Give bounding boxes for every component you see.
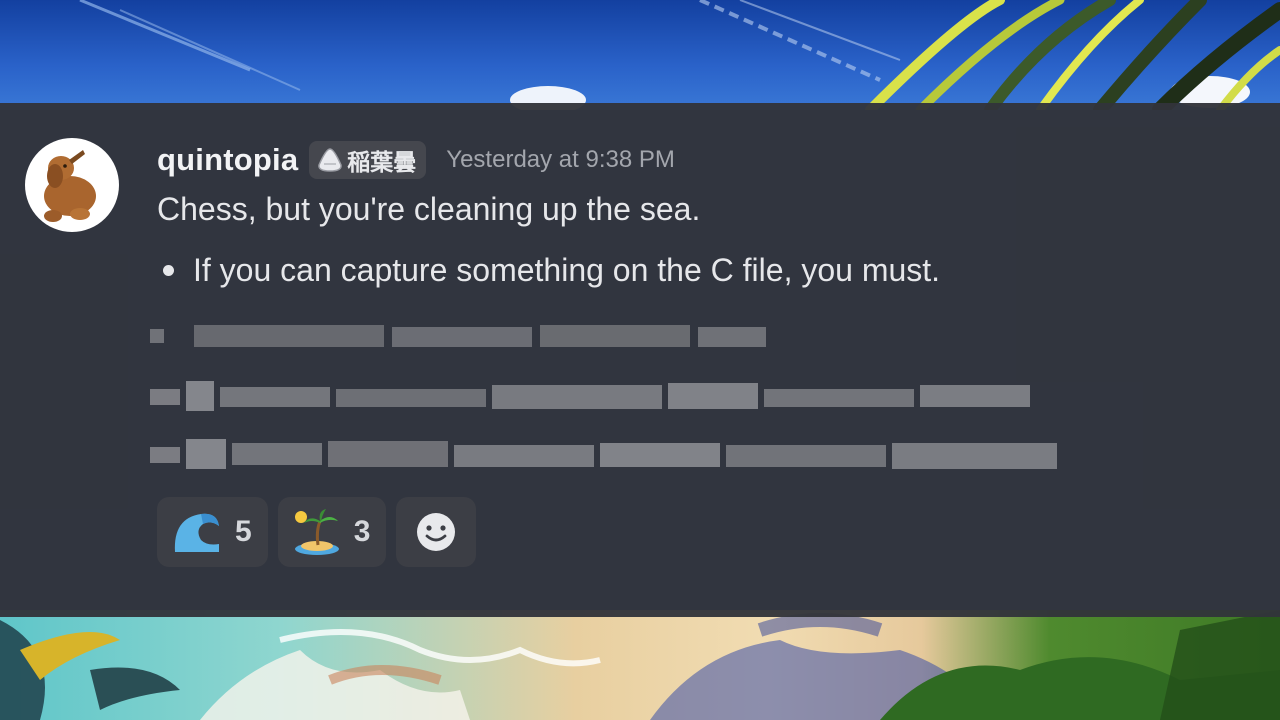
reaction-count: 5 <box>235 515 252 548</box>
island-emoji-icon <box>294 509 339 555</box>
avatar[interactable] <box>25 138 119 232</box>
beach-decoration <box>0 610 1280 720</box>
background-beach <box>0 610 1280 720</box>
message-header: quintopia 稲葉曇 Yesterday at 9:38 PM <box>157 139 675 181</box>
redacted-line <box>150 325 766 347</box>
wave-emoji-icon <box>174 513 219 552</box>
dog-avatar-icon <box>44 150 96 222</box>
background-sky <box>0 0 1280 110</box>
reaction-island[interactable]: 3 <box>277 497 387 567</box>
list-item-text: If you can capture something on the C fi… <box>193 252 941 288</box>
timestamp[interactable]: Yesterday at 9:38 PM <box>446 146 675 174</box>
redacted-line <box>150 381 1030 411</box>
add-reaction-button[interactable] <box>396 497 477 567</box>
reaction-wave[interactable]: 5 <box>157 497 268 567</box>
server-tag[interactable]: 稲葉曇 <box>309 141 427 179</box>
bullet-dot <box>163 265 174 276</box>
reaction-count: 3 <box>353 515 371 548</box>
redacted-line <box>150 439 1057 469</box>
rice-ball-icon <box>318 148 343 172</box>
message-panel: quintopia 稲葉曇 Yesterday at 9:38 PM Chess… <box>0 103 1280 617</box>
list-item: If you can capture something on the C fi… <box>163 252 940 289</box>
username[interactable]: quintopia <box>157 142 298 178</box>
reactions-bar: 5 3 <box>157 497 477 567</box>
sky-decoration <box>79 0 1280 110</box>
server-tag-label: 稲葉曇 <box>347 150 417 176</box>
smiley-add-reaction-icon <box>417 513 456 551</box>
message-text: Chess, but you're cleaning up the sea. <box>157 191 701 227</box>
